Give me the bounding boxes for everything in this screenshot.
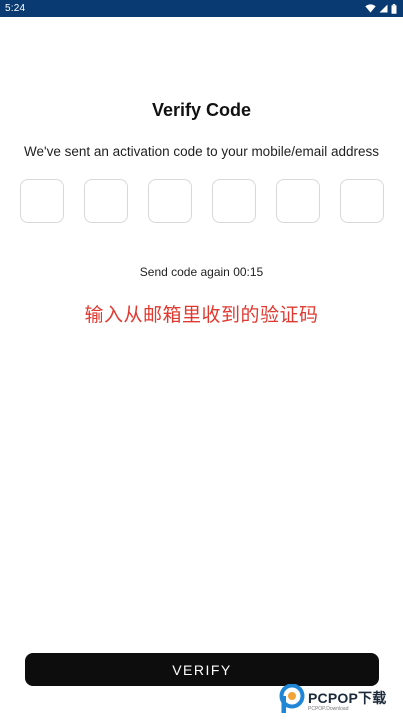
code-digit-input-5[interactable] [276, 179, 320, 223]
status-icons [365, 3, 397, 14]
code-digit-input-1[interactable] [20, 179, 64, 223]
verify-code-screen: 5:24 Verify Code We've sent an activatio… [0, 0, 403, 720]
resend-timer: 00:15 [233, 265, 264, 279]
code-digit-input-3[interactable] [148, 179, 192, 223]
resend-label: Send code again [139, 265, 230, 279]
verify-button-label: VERIFY [172, 661, 232, 678]
pcpop-logo-icon [279, 683, 305, 719]
watermark-subtext: PCPOP.Download [308, 705, 349, 712]
watermark: PCPOP下载 PCPOP.Download [279, 683, 401, 719]
cellular-signal-icon [379, 4, 388, 13]
watermark-text: PCPOP下载 [308, 689, 387, 706]
code-digit-input-4[interactable] [212, 179, 256, 223]
page-title: Verify Code [151, 100, 252, 120]
code-digit-input-6[interactable] [340, 179, 384, 223]
battery-icon [391, 3, 397, 14]
wifi-icon [365, 4, 376, 13]
page-subtitle: We've sent an activation code to your mo… [23, 144, 379, 159]
resend-code-link[interactable]: Send code again 00:15 [0, 265, 403, 279]
watermark-text-group: PCPOP下载 PCPOP.Download [308, 691, 386, 712]
code-digit-input-2[interactable] [84, 179, 128, 223]
status-bar: 5:24 [0, 0, 403, 17]
verify-button[interactable]: VERIFY [25, 653, 379, 686]
status-time: 5:24 [5, 3, 26, 14]
instruction-hint: 输入从邮箱里收到的验证码 [84, 305, 319, 326]
code-input-row [20, 179, 384, 223]
